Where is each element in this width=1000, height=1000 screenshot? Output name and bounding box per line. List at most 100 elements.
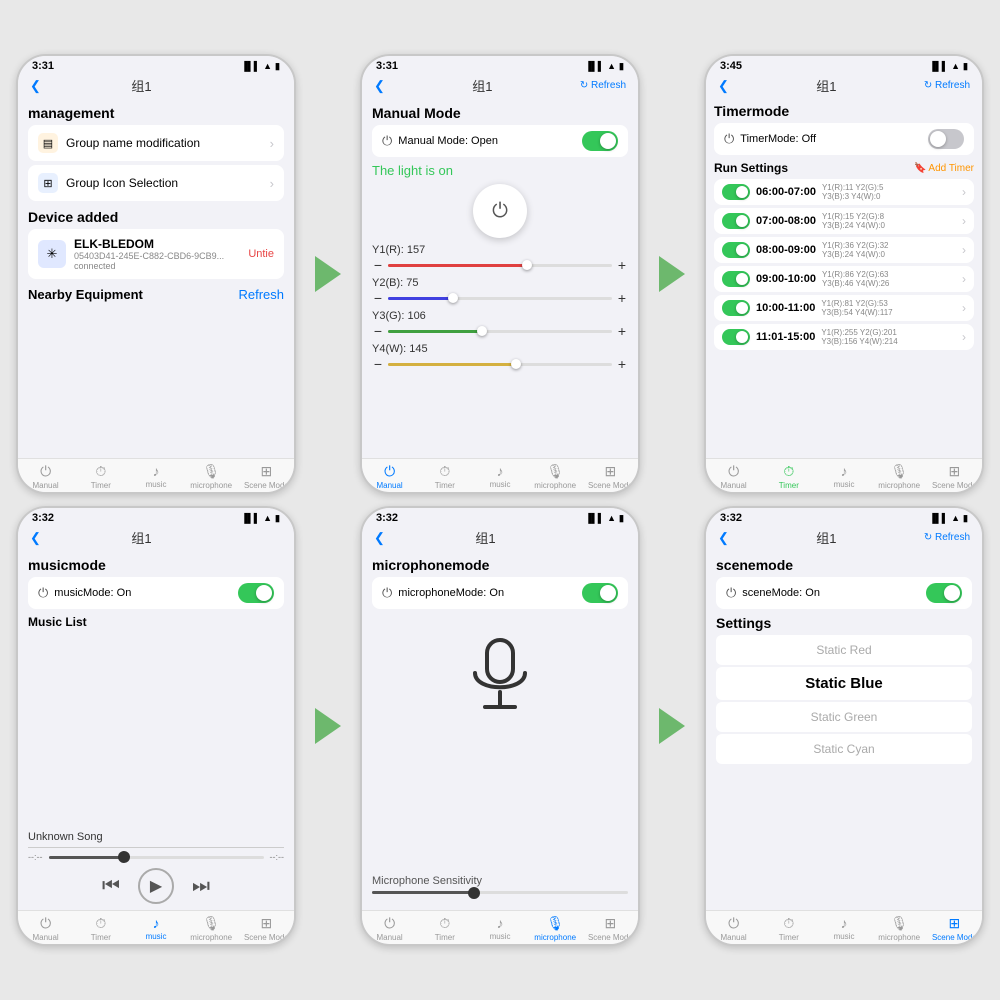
- scene-static-red[interactable]: Static Red: [716, 635, 972, 665]
- sensitivity-track[interactable]: [372, 891, 628, 894]
- mic-toggle[interactable]: [582, 583, 618, 603]
- slider-thumb-w[interactable]: [511, 359, 521, 369]
- back-button-3[interactable]: ❮: [718, 78, 729, 94]
- tab-timer-2[interactable]: ⏱Timer: [417, 463, 472, 490]
- music-toggle[interactable]: [238, 583, 274, 603]
- group-name-item[interactable]: ▤ Group name modification ›: [28, 125, 284, 161]
- tab-manual-6[interactable]: ⏻Manual: [706, 915, 761, 942]
- tab-timer-4[interactable]: ⏱Timer: [73, 915, 128, 942]
- music-track[interactable]: [49, 856, 264, 859]
- refresh-button-2[interactable]: ↻ Refresh: [580, 80, 626, 91]
- tab-music-4[interactable]: ♪music: [128, 915, 183, 942]
- tab-scene-label-2: Scene Mode: [588, 481, 633, 490]
- prev-button[interactable]: ⏮: [102, 875, 120, 898]
- timer-chevron-1[interactable]: ›: [962, 185, 966, 199]
- timer-chevron-2[interactable]: ›: [962, 214, 966, 228]
- slider-thumb-r[interactable]: [522, 260, 532, 270]
- back-button-6[interactable]: ❮: [718, 530, 729, 546]
- tab-mic-1[interactable]: 🎙microphone: [184, 463, 239, 490]
- device-id: 05403D41-245E-C882-CBD6-9CB9...: [74, 251, 224, 261]
- slider-plus-r[interactable]: +: [616, 257, 628, 273]
- tab-timer-5[interactable]: ⏱Timer: [417, 915, 472, 942]
- tab-manual-5[interactable]: ⏻Manual: [362, 915, 417, 942]
- tab-music-3[interactable]: ♪music: [816, 463, 871, 490]
- tab-music-6[interactable]: ♪music: [816, 915, 871, 942]
- tab-mic-4[interactable]: 🎙microphone: [184, 915, 239, 942]
- sensitivity-thumb[interactable]: [468, 887, 480, 899]
- tab-mic-6[interactable]: 🎙microphone: [872, 915, 927, 942]
- back-button-4[interactable]: ❮: [30, 530, 41, 546]
- timer-toggle-4[interactable]: [722, 271, 750, 287]
- music-thumb[interactable]: [118, 851, 130, 863]
- tab-scene-5[interactable]: ⊞Scene Mode: [583, 915, 638, 942]
- scene-static-cyan[interactable]: Static Cyan: [716, 734, 972, 764]
- timer-chevron-5[interactable]: ›: [962, 301, 966, 315]
- slider-thumb-g[interactable]: [477, 326, 487, 336]
- tab-manual-3[interactable]: ⏻Manual: [706, 463, 761, 490]
- slider-minus-r[interactable]: −: [372, 257, 384, 273]
- tab-scene-2[interactable]: ⊞Scene Mode: [583, 463, 638, 490]
- slider-minus-b[interactable]: −: [372, 290, 384, 306]
- timer-toggle-5[interactable]: [722, 300, 750, 316]
- slider-minus-g[interactable]: −: [372, 323, 384, 339]
- slider-track-g[interactable]: [388, 330, 612, 333]
- slider-track-r[interactable]: [388, 264, 612, 267]
- back-button-2[interactable]: ❮: [374, 78, 385, 94]
- timer-toggle-main[interactable]: [928, 129, 964, 149]
- slider-plus-w[interactable]: +: [616, 356, 628, 372]
- slider-minus-w[interactable]: −: [372, 356, 384, 372]
- timer-toggle-3[interactable]: [722, 242, 750, 258]
- refresh-label[interactable]: Refresh: [238, 287, 284, 302]
- slider-track-b[interactable]: [388, 297, 612, 300]
- tab-scene-3[interactable]: ⊞Scene Mode: [927, 463, 982, 490]
- untie-button[interactable]: Untie: [248, 248, 274, 260]
- tab-timer-1[interactable]: ⏱Timer: [73, 463, 128, 490]
- timer-chevron-4[interactable]: ›: [962, 272, 966, 286]
- group-icon-item[interactable]: ⊞ Group Icon Selection ›: [28, 165, 284, 201]
- timer-chevron-3[interactable]: ›: [962, 243, 966, 257]
- tab-scene-4[interactable]: ⊞Scene Mode: [239, 915, 294, 942]
- slider-track-w[interactable]: [388, 363, 612, 366]
- slider-plus-b[interactable]: +: [616, 290, 628, 306]
- refresh-button-3[interactable]: ↻ Refresh: [924, 80, 970, 91]
- tv4-2: Y3(B):46 Y4(W):26: [822, 279, 960, 288]
- tab-manual-4[interactable]: ⏻Manual: [18, 915, 73, 942]
- slider-thumb-b[interactable]: [448, 293, 458, 303]
- power-button[interactable]: ⏻: [473, 184, 527, 238]
- tab-manual-2[interactable]: ⏻Manual: [362, 463, 417, 490]
- scene-toggle[interactable]: [926, 583, 962, 603]
- tab-mic-label-2: microphone: [534, 481, 576, 490]
- tab-music-2[interactable]: ♪music: [472, 463, 527, 490]
- power-icon-3: ⏻: [724, 131, 734, 147]
- scene-static-blue[interactable]: Static Blue: [716, 667, 972, 700]
- tab-scene-1[interactable]: ⊞Scene Mode: [239, 463, 294, 490]
- nav-title-6: 组1: [816, 528, 836, 547]
- timer-toggle-2[interactable]: [722, 213, 750, 229]
- scene-static-green[interactable]: Static Green: [716, 702, 972, 732]
- tab-manual-1[interactable]: ⏻Manual: [18, 463, 73, 490]
- manual-toggle[interactable]: [582, 131, 618, 151]
- timer-toggle-1[interactable]: [722, 184, 750, 200]
- status-icons-2: ▐▌▌ ▲ ▮: [585, 61, 624, 72]
- back-button-1[interactable]: ❮: [30, 78, 41, 94]
- refresh-button-6[interactable]: ↻ Refresh: [924, 532, 970, 543]
- tab-music-1[interactable]: ♪music: [128, 463, 183, 490]
- tab-mic-3[interactable]: 🎙microphone: [872, 463, 927, 490]
- tab-mic-2[interactable]: 🎙microphone: [528, 463, 583, 490]
- next-button[interactable]: ⏭: [192, 875, 210, 898]
- tab-timer-6[interactable]: ⏱Timer: [761, 915, 816, 942]
- back-button-5[interactable]: ❮: [374, 530, 385, 546]
- play-button[interactable]: ▶: [138, 868, 174, 904]
- tab-scene-6[interactable]: ⊞Scene Mode: [927, 915, 982, 942]
- timer-chevron-6[interactable]: ›: [962, 330, 966, 344]
- mic-mode-row: ⏻ microphoneMode: On: [372, 577, 628, 609]
- tab-mic-5[interactable]: 🎙microphone: [528, 915, 583, 942]
- bottom-row: 3:32 ▐▌▌ ▲ ▮ ❮ 组1 musicmode ⏻ musicMode:…: [16, 506, 984, 946]
- tab-timer-3[interactable]: ⏱Timer: [761, 463, 816, 490]
- scene-mode-text: sceneMode: On: [742, 587, 920, 599]
- add-timer-button[interactable]: 🔖 Add Timer: [914, 163, 974, 174]
- content-music: musicmode ⏻ musicMode: On Music List Unk…: [18, 551, 294, 910]
- slider-plus-g[interactable]: +: [616, 323, 628, 339]
- tab-music-5[interactable]: ♪music: [472, 915, 527, 942]
- timer-toggle-6[interactable]: [722, 329, 750, 345]
